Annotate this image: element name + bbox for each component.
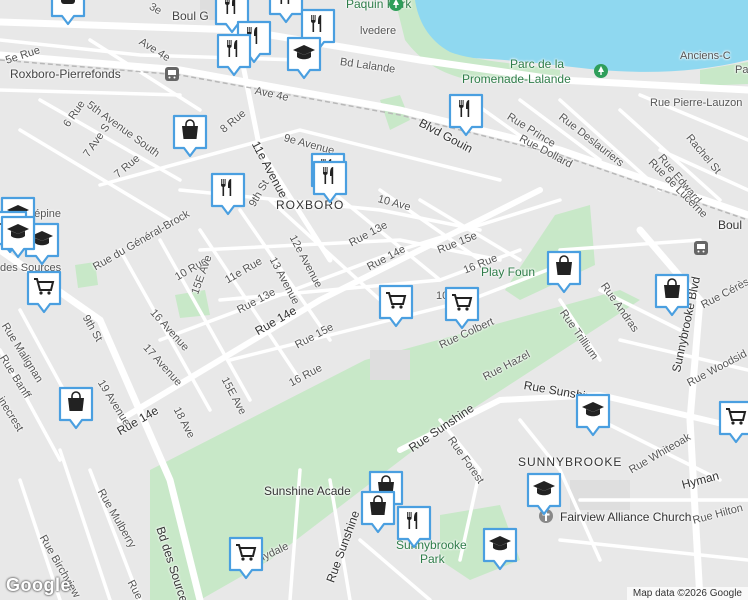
poi-label-sunshine-academy: Sunshine Acade (264, 484, 351, 498)
restaurant-marker[interactable] (312, 160, 348, 204)
street-label-rue-pierre-lauzon: Rue Pierre-Lauzon (650, 97, 743, 109)
place-label-anciens-line2: Pa (735, 64, 748, 76)
grocery-icon (378, 284, 414, 328)
park-label-play-fountain: Play Foun (481, 265, 536, 279)
poi-label-fairview-church: Fairview Alliance Church (560, 510, 692, 524)
shopping-icon (546, 250, 582, 294)
map-canvas[interactable]: Boul G lvedere Bd Lalande Ave 4e Ave 4e … (0, 0, 748, 600)
grocery-icon (718, 400, 748, 444)
street-label-boul-right: Boul (718, 218, 743, 232)
place-label-roxboro-pierrefonds: Roxboro-Pierrefonds (10, 67, 121, 81)
school-marker[interactable] (526, 472, 562, 516)
school-marker[interactable] (482, 527, 518, 571)
shopping-marker[interactable] (654, 273, 690, 317)
school-icon (575, 393, 611, 437)
place-label-anciens-line1: Anciens-C (680, 50, 731, 62)
grocery-marker[interactable] (378, 284, 414, 328)
transit-icon (50, 0, 86, 26)
restaurant-marker[interactable] (216, 33, 252, 77)
restaurant-icon (210, 172, 246, 216)
school-marker[interactable] (286, 36, 322, 80)
school-icon (0, 215, 36, 259)
grocery-marker[interactable] (444, 286, 480, 330)
park-label-parc-promenade-line2: Promenade-Lalande (462, 72, 571, 86)
park-label-parc-promenade-line1: Parc de la (510, 57, 565, 71)
shopping-marker[interactable] (546, 250, 582, 294)
restaurant-icon (448, 93, 484, 137)
grocery-marker[interactable] (228, 536, 264, 580)
grocery-icon (26, 270, 62, 314)
shopping-marker[interactable] (172, 114, 208, 158)
restaurant-marker[interactable] (396, 505, 432, 549)
street-label-boul-g: Boul G (172, 9, 209, 23)
restaurant-icon (396, 505, 432, 549)
grocery-marker[interactable] (26, 270, 62, 314)
restaurant-marker[interactable] (210, 172, 246, 216)
restaurant-icon (268, 0, 304, 24)
shopping-icon (172, 114, 208, 158)
transit-station-icon[interactable] (164, 66, 180, 82)
shopping-icon (654, 273, 690, 317)
transit-marker[interactable] (50, 0, 86, 26)
restaurant-marker[interactable] (268, 0, 304, 24)
transit-station-right-icon[interactable] (693, 240, 709, 256)
google-logo: Google (6, 575, 71, 595)
school-marker[interactable] (575, 393, 611, 437)
restaurant-marker[interactable] (448, 93, 484, 137)
restaurant-icon (216, 33, 252, 77)
place-label-sunnybrooke: SUNNYBROOKE (518, 455, 623, 469)
school-icon (482, 527, 518, 571)
shopping-icon (360, 490, 396, 534)
street-label-alvedere: lvedere (360, 25, 397, 37)
grocery-icon (444, 286, 480, 330)
park-pin-promenade-icon[interactable] (593, 63, 609, 79)
school-icon (286, 36, 322, 80)
grocery-icon (228, 536, 264, 580)
shopping-marker[interactable] (58, 386, 94, 430)
grocery-marker[interactable] (718, 400, 748, 444)
school-marker[interactable] (0, 215, 36, 259)
restaurant-icon (312, 160, 348, 204)
shopping-marker[interactable] (360, 490, 396, 534)
school-icon (526, 472, 562, 516)
park-label-sunnybrooke-line2: Park (420, 552, 445, 566)
map-attribution[interactable]: Map data ©2026 Google (626, 587, 748, 600)
shopping-icon (58, 386, 94, 430)
park-pin-paquin-icon[interactable] (388, 0, 404, 12)
